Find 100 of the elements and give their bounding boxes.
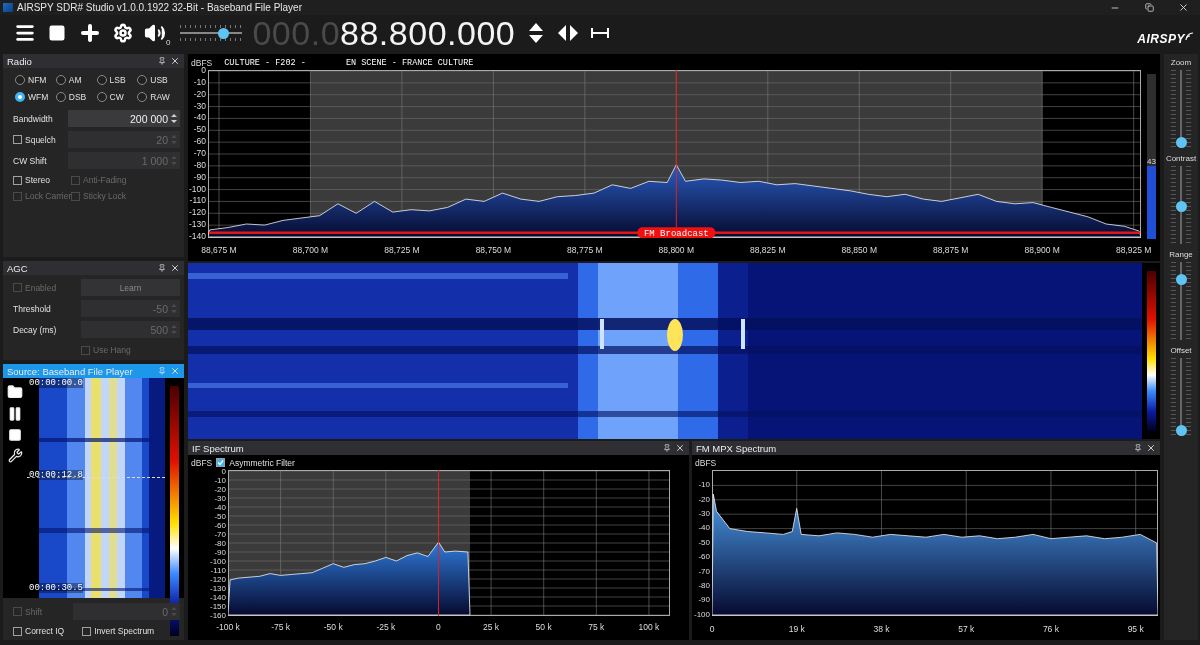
axis-tick-label: 50 k [534, 621, 553, 632]
axis-tick-label: -100 k [215, 621, 241, 632]
slider-label: Offset [1170, 346, 1192, 355]
pin-icon[interactable] [158, 57, 166, 65]
axis-tick-label: 25 k [482, 621, 501, 632]
field-label: CW Shift [13, 155, 47, 166]
radio-button[interactable] [15, 92, 25, 102]
radio-label: WFM [28, 92, 49, 102]
slider-thumb[interactable] [1175, 425, 1187, 436]
axis-tick-label: 88,825 M [749, 244, 787, 255]
unit-label: dBFS [191, 457, 213, 468]
axis-tick-label: 100 k [637, 621, 661, 632]
axis-tick-label: -80 [697, 579, 711, 592]
slider-thumb[interactable] [1175, 274, 1187, 286]
app-icon [3, 3, 13, 12]
radio-label: RAW [150, 92, 170, 102]
rds-text: CULTURE - F202 - [224, 58, 306, 68]
pin-icon[interactable] [663, 444, 671, 452]
radio-button[interactable] [96, 92, 107, 102]
axis-tick-label: -60 [192, 136, 207, 148]
axis-tick-label: -90 [192, 171, 207, 184]
meter-reading: 43 [1147, 157, 1156, 167]
pause-icon[interactable] [7, 406, 23, 422]
close-icon[interactable] [170, 263, 180, 273]
pin-icon[interactable] [1134, 444, 1142, 452]
close-icon[interactable] [675, 443, 685, 453]
slider-label: Zoom [1170, 58, 1192, 67]
signal-arcs-icon [1185, 32, 1194, 41]
checkbox-label: Sticky Lock [83, 191, 126, 201]
checkbox-label: Lock Carrier [25, 191, 72, 201]
axis-tick-label: 19 k [787, 624, 806, 635]
stop-icon[interactable] [8, 428, 22, 442]
axis-tick-label: -10 [192, 76, 207, 89]
panel-title: AGC [7, 262, 29, 274]
axis-tick-label: 0 [435, 621, 442, 632]
radio-button[interactable] [55, 92, 66, 102]
axis-tick-label: 88,725 M [383, 244, 421, 255]
radio-label: AM [68, 75, 82, 85]
pin-icon[interactable] [158, 264, 166, 272]
close-icon[interactable] [1146, 443, 1156, 453]
radio-button[interactable] [96, 75, 107, 85]
axis-tick-label: -30 [213, 493, 227, 503]
axis-tick-label: -60 [697, 551, 711, 564]
axis-tick-label: 57 k [957, 624, 976, 635]
checkbox[interactable] [13, 626, 22, 636]
axis-tick-label: -75 k [270, 621, 292, 632]
axis-tick-label: -80 [192, 159, 207, 172]
axis-tick-label: -20 [192, 88, 207, 101]
radio-button[interactable] [137, 75, 148, 85]
spin-arrows-icon[interactable] [171, 113, 177, 124]
axis-tick-label: 0 [220, 466, 227, 476]
band-label[interactable]: FM Broadcast [637, 227, 716, 238]
radio-button[interactable] [15, 75, 25, 85]
wrench-icon[interactable] [7, 448, 23, 463]
left-right-arrows-icon [557, 24, 580, 42]
slider-label: Range [1169, 250, 1193, 259]
axis-tick-label: -120 [188, 207, 207, 220]
slider-thumb[interactable] [217, 27, 229, 39]
slider-thumb[interactable] [1175, 137, 1187, 148]
axis-tick-label: -90 [213, 547, 227, 557]
axis-tick-label: 75 k [587, 621, 606, 632]
axis-tick-label: 88,875 M [932, 244, 970, 255]
field-label: Bandwidth [13, 113, 53, 124]
axis-tick-label: 88,775 M [566, 244, 604, 255]
folder-icon[interactable] [7, 384, 23, 400]
axis-tick-label: -50 [697, 536, 711, 549]
axis-tick-label: 88,675 M [200, 244, 238, 255]
axis-tick-label: -70 [192, 148, 207, 160]
axis-tick-label: 88,700 M [291, 244, 330, 255]
axis-tick-label: -130 [188, 219, 207, 231]
slider-thumb[interactable] [1175, 200, 1187, 212]
axis-tick-label: -120 [209, 574, 227, 584]
checkbox-label: Enabled [25, 282, 57, 293]
field-label: Decay (ms) [13, 324, 57, 335]
checkbox-label: Asymmetric Filter [229, 457, 295, 468]
rds-text: EN SCENE - FRANCE CULTURE [345, 58, 474, 68]
checkbox[interactable] [216, 458, 226, 467]
radio-button[interactable] [137, 92, 148, 102]
axis-tick-label: -10 [213, 475, 227, 485]
axis-tick-label: -80 [213, 538, 227, 548]
spin-box[interactable]: 200 000 [68, 110, 180, 127]
close-icon[interactable] [170, 56, 180, 66]
checkbox[interactable] [82, 626, 92, 636]
span-icon [591, 26, 610, 40]
checkbox-label: Anti-Fading [83, 175, 127, 185]
radio-label: CW [109, 92, 124, 102]
axis-tick-label: -110 [209, 565, 227, 575]
axis-tick-label: -70 [697, 565, 711, 578]
frequency-digits: 88.800.000 [340, 15, 516, 51]
checkbox-label: Invert Spectrum [94, 626, 155, 636]
axis-tick-label: -150 [209, 601, 227, 611]
axis-tick-label: -40 [213, 502, 227, 512]
volume-reading: 0 [166, 38, 171, 47]
checkbox[interactable] [13, 175, 22, 185]
radio-button[interactable] [55, 75, 66, 85]
axis-tick-label: 88,925 M [1114, 244, 1153, 255]
restore-icon [1144, 3, 1154, 12]
axis-tick-label: 95 k [1126, 624, 1145, 635]
panel-title: Radio [7, 55, 33, 67]
brand-logo: AIRSPY [1137, 32, 1185, 46]
